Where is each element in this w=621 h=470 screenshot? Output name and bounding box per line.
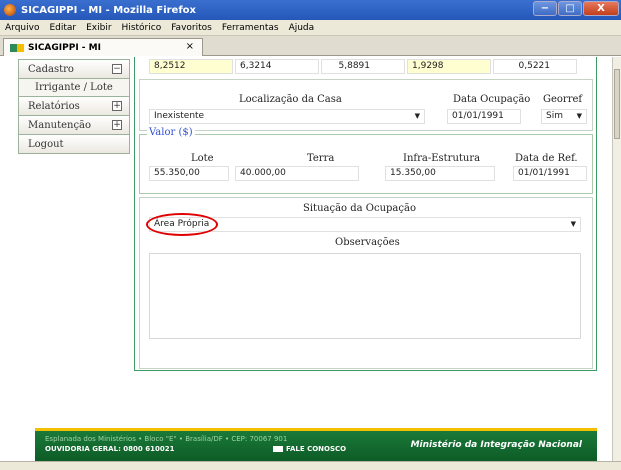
footer-stripe [35, 428, 597, 431]
scrollbar-thumb[interactable] [614, 69, 620, 139]
dataref-label: Data de Ref. [515, 153, 578, 164]
horizontal-scrollbar[interactable] [0, 461, 621, 470]
dropdown-arrow-icon: ▼ [570, 220, 576, 228]
menu-historico[interactable]: Histórico [117, 23, 167, 33]
site-footer: Esplanada dos Ministérios • Bloco "E" • … [35, 428, 597, 461]
page-viewport: Cadastro − Irrigante / Lote Relatórios +… [0, 57, 612, 461]
data-ocupacao-label: Data Ocupação [453, 94, 531, 105]
nav-manutencao-label: Manutenção [28, 119, 92, 131]
menu-arquivo[interactable]: Arquivo [0, 23, 44, 33]
terra-label: Terra [307, 153, 335, 164]
dataref-field[interactable]: 01/01/1991 [513, 166, 587, 181]
localizacao-label: Localização da Casa [239, 94, 342, 105]
menu-favoritos[interactable]: Favoritos [166, 23, 217, 33]
firefox-icon [4, 4, 16, 16]
nav-cadastro[interactable]: Cadastro − [18, 59, 130, 79]
nav-cadastro-label: Cadastro [28, 63, 74, 75]
infra-label: Infra-Estrutura [403, 153, 481, 164]
georref-label: Georref [543, 94, 583, 105]
expand-icon[interactable]: + [112, 120, 122, 130]
browser-tab[interactable]: SICAGIPPI - MI × [3, 38, 203, 56]
menu-ferramentas[interactable]: Ferramentas [217, 23, 284, 33]
localizacao-value: Inexistente [154, 111, 205, 121]
window-titlebar: SICAGIPPI - MI - Mozilla Firefox − □ X [0, 0, 621, 20]
valor-fieldset [139, 134, 593, 194]
footer-address: Esplanada dos Ministérios • Bloco "E" • … [45, 435, 288, 443]
nav-manutencao[interactable]: Manutenção + [18, 115, 130, 135]
coord-field-4[interactable]: 1,9298 [407, 59, 491, 74]
nav-relatorios-label: Relatórios [28, 100, 80, 112]
menu-ajuda[interactable]: Ajuda [284, 23, 320, 33]
menu-exibir[interactable]: Exibir [81, 23, 116, 33]
footer-ouvidoria: OUVIDORIA GERAL: 0800 610021 [45, 445, 175, 453]
terra-field[interactable]: 40.000,00 [235, 166, 359, 181]
data-ocupacao-field[interactable]: 01/01/1991 [447, 109, 521, 124]
expand-icon[interactable]: + [112, 101, 122, 111]
observacoes-label: Observações [335, 237, 400, 248]
nav-logout[interactable]: Logout [18, 134, 130, 154]
menu-bar: Arquivo Editar Exibir Histórico Favorito… [0, 20, 621, 36]
collapse-icon[interactable]: − [112, 64, 122, 74]
favicon-icon [10, 43, 24, 52]
situacao-label: Situação da Ocupação [303, 203, 416, 214]
tab-bar: SICAGIPPI - MI × [0, 36, 621, 56]
ministerio-logo-text: Ministério da Integração Nacional [410, 440, 582, 450]
minimize-button[interactable]: − [533, 1, 557, 16]
observacoes-textarea[interactable] [149, 253, 581, 339]
coord-field-3[interactable]: 5,8891 [321, 59, 405, 74]
maximize-button[interactable]: □ [558, 1, 582, 16]
menu-editar[interactable]: Editar [44, 23, 81, 33]
lote-label: Lote [191, 153, 214, 164]
localizacao-select[interactable]: Inexistente ▼ [149, 109, 425, 124]
georref-select[interactable]: Sim ▼ [541, 109, 587, 124]
coord-field-2[interactable]: 6,3214 [235, 59, 319, 74]
nav-irrigante-lote[interactable]: Irrigante / Lote [18, 78, 130, 97]
envelope-icon [273, 446, 283, 452]
fale-conosco-link[interactable]: FALE CONOSCO [273, 445, 346, 453]
coord-field-5[interactable]: 0,5221 [493, 59, 577, 74]
window-title: SICAGIPPI - MI - Mozilla Firefox [21, 4, 197, 16]
highlight-circle [146, 213, 218, 236]
vertical-scrollbar[interactable] [612, 57, 621, 461]
close-button[interactable]: X [583, 1, 619, 16]
georref-value: Sim [546, 111, 563, 121]
form-panel: 8,2512 6,3214 5,8891 1,9298 0,5221 Local… [134, 57, 597, 371]
lote-field[interactable]: 55.350,00 [149, 166, 229, 181]
infra-field[interactable]: 15.350,00 [385, 166, 495, 181]
sidebar-nav: Cadastro − Irrigante / Lote Relatórios +… [18, 59, 130, 154]
nav-logout-label: Logout [28, 138, 64, 150]
tab-label: SICAGIPPI - MI [28, 42, 101, 53]
nav-relatorios[interactable]: Relatórios + [18, 96, 130, 116]
coord-field-1[interactable]: 8,2512 [149, 59, 233, 74]
tab-close-icon[interactable]: × [186, 41, 194, 52]
dropdown-arrow-icon: ▼ [414, 112, 420, 120]
dropdown-arrow-icon: ▼ [576, 112, 582, 120]
valor-legend: Valor ($) [147, 127, 195, 138]
fale-conosco-label: FALE CONOSCO [286, 445, 347, 453]
